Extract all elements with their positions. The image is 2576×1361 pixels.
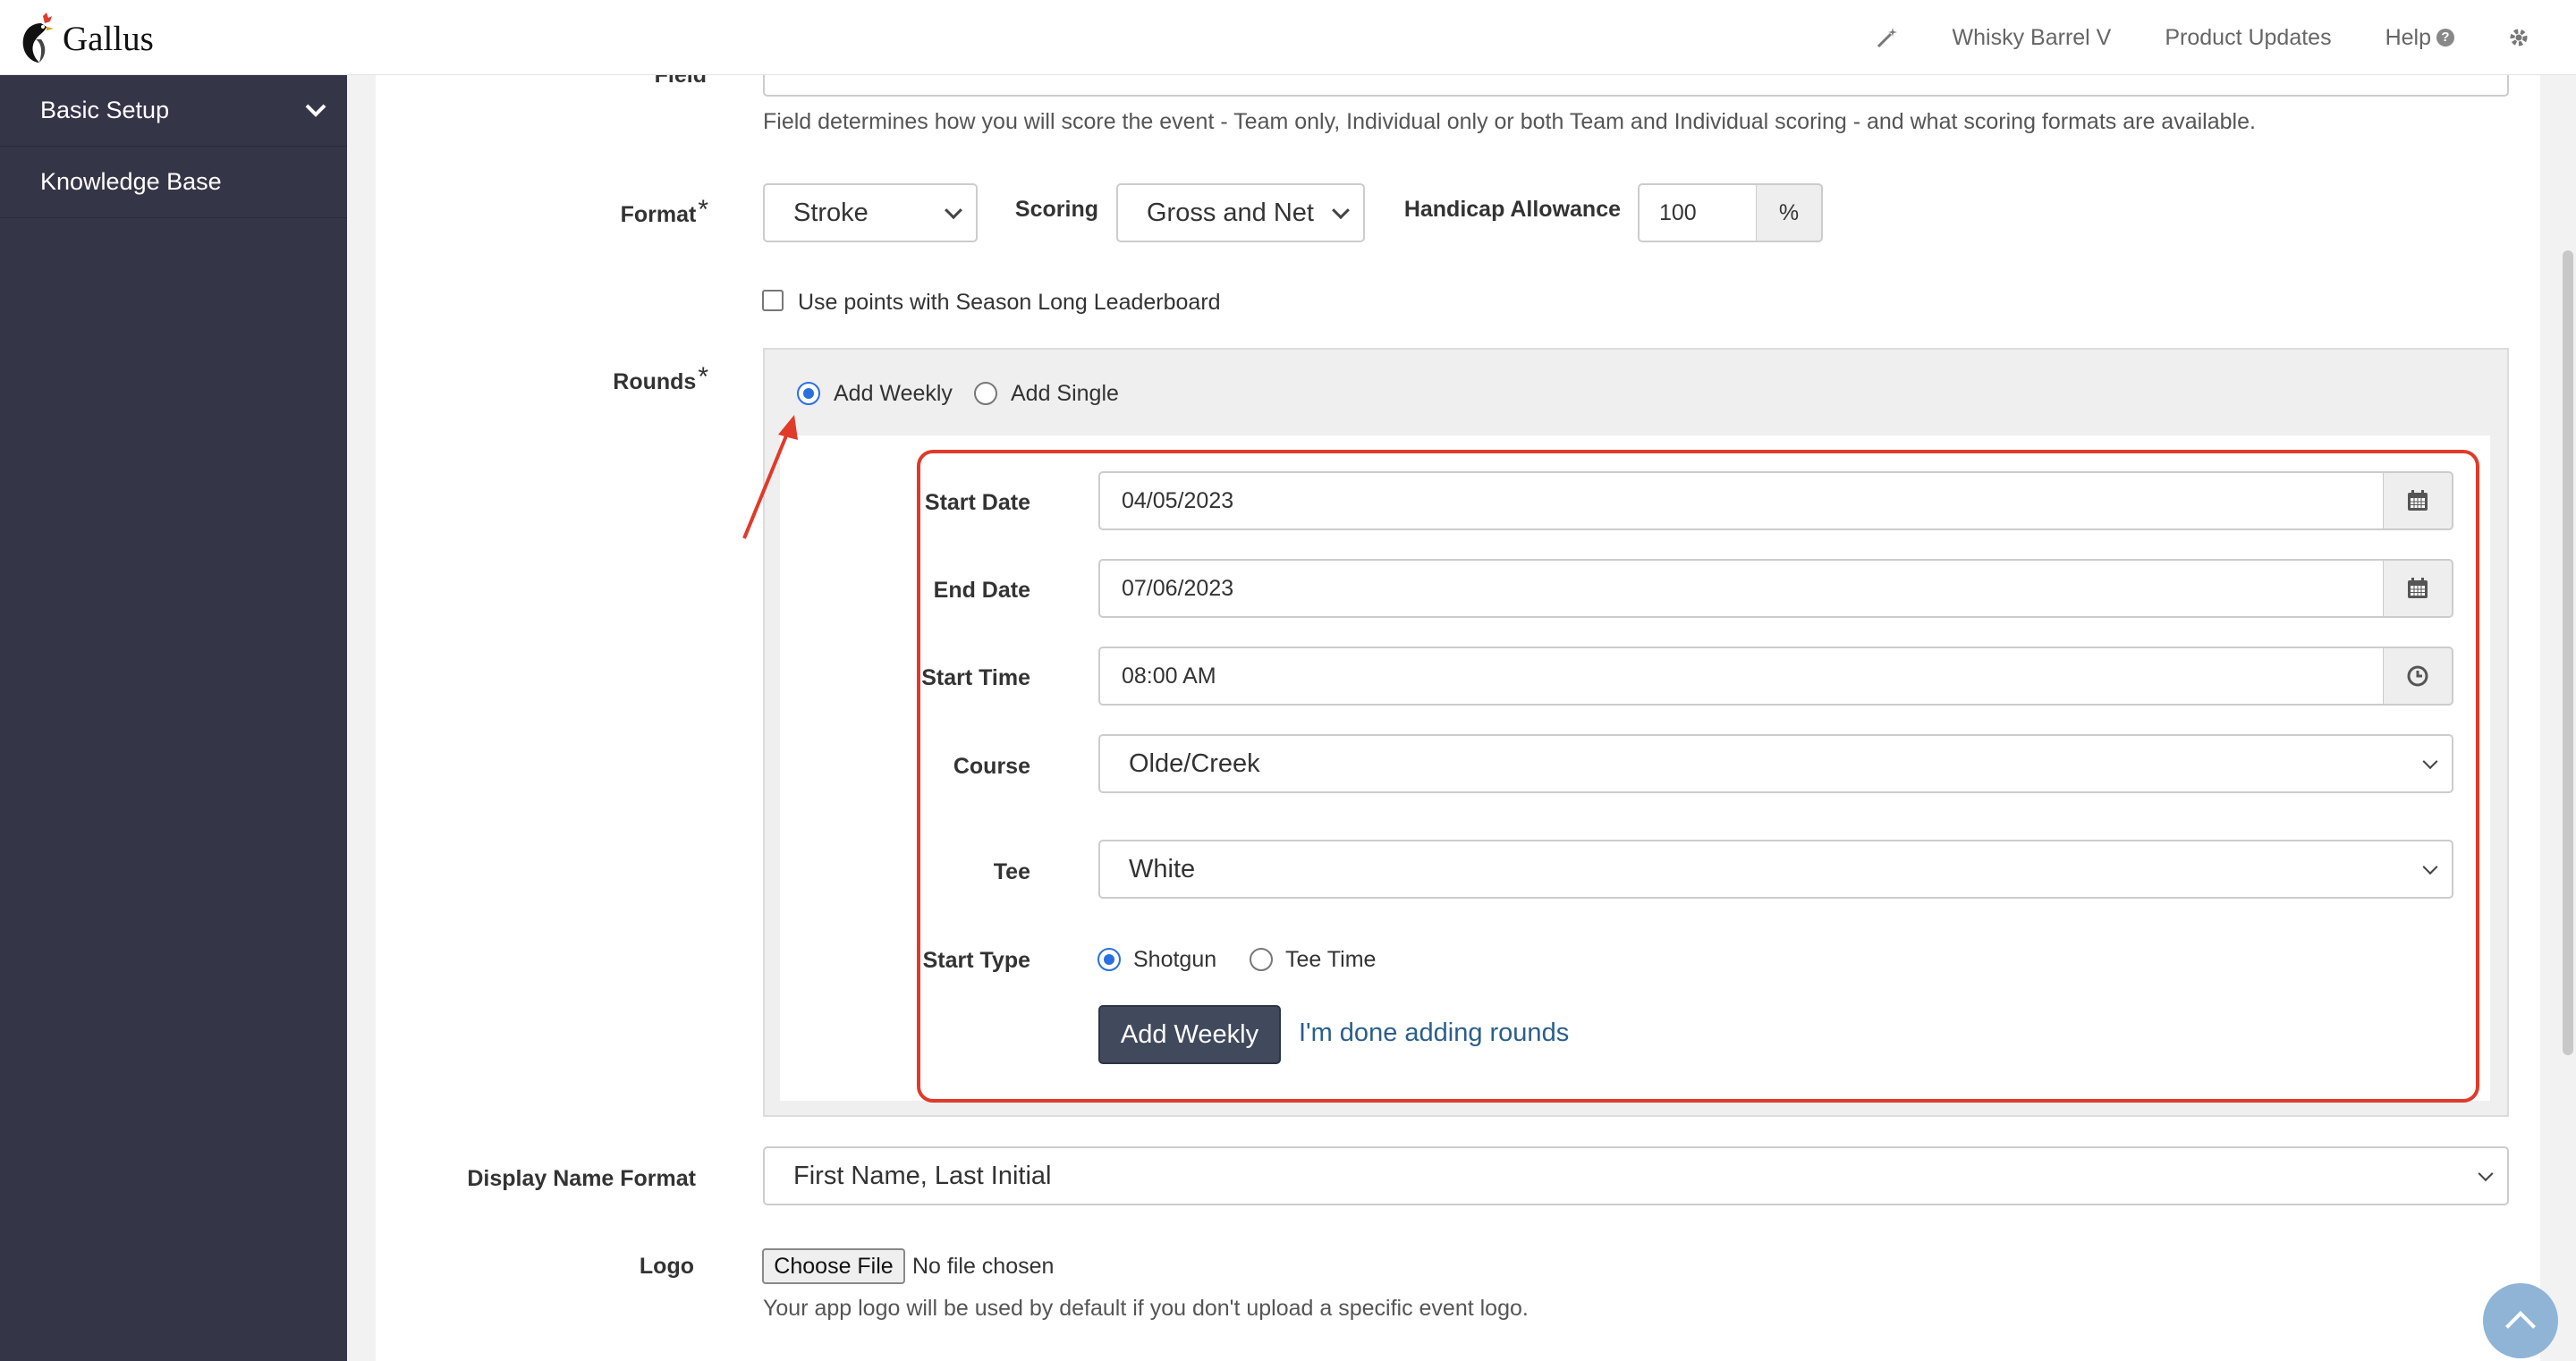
done-adding-rounds-link[interactable]: I'm done adding rounds (1299, 1019, 1569, 1048)
display-name-format-label: Display Name Format (467, 1166, 696, 1191)
top-nav-links: Whisky Barrel V Product Updates Help? (1876, 0, 2576, 75)
season-points-label: Use points with Season Long Leaderboard (798, 290, 1221, 315)
start-time-label: Start Time (921, 665, 1030, 690)
start-type-label: Start Type (922, 948, 1030, 973)
tee-time-radio[interactable] (1250, 948, 1273, 971)
top-navbar: Gallus Whisky Barrel V Product Updates H… (0, 0, 2576, 75)
sidebar-item-label: Knowledge Base (40, 168, 222, 195)
start-date-value: 04/05/2023 (1122, 487, 1234, 513)
magic-wand-icon[interactable] (1876, 26, 1899, 49)
help-link[interactable]: Help? (2385, 25, 2454, 51)
file-status-text: No file chosen (912, 1254, 1055, 1279)
gear-icon[interactable] (2508, 27, 2529, 48)
tee-label: Tee (993, 859, 1030, 884)
handicap-allowance-value: 100 (1659, 199, 1697, 225)
start-time-value: 08:00 AM (1122, 663, 1216, 689)
display-name-format-value: First Name, Last Initial (793, 1161, 1052, 1190)
format-select[interactable]: Stroke (763, 183, 978, 242)
start-date-label: Start Date (924, 490, 1030, 515)
sidebar: Basic Setup Knowledge Base (0, 75, 347, 1361)
add-weekly-radio[interactable] (797, 382, 820, 405)
add-weekly-button[interactable]: Add Weekly (1098, 1005, 1281, 1064)
sidebar-item-knowledge-base[interactable]: Knowledge Base (0, 147, 347, 218)
rounds-label: Rounds* (613, 362, 708, 394)
chevron-down-icon (2422, 754, 2438, 770)
scroll-to-top-button[interactable] (2483, 1283, 2558, 1358)
logo-label: Logo (639, 1254, 694, 1279)
format-select-value: Stroke (793, 198, 869, 227)
sidebar-item-label: Basic Setup (40, 97, 170, 123)
event-name-link[interactable]: Whisky Barrel V (1953, 25, 2112, 51)
start-time-input[interactable]: 08:00 AM (1098, 647, 2385, 706)
add-single-label: Add Single (1011, 381, 1119, 406)
product-updates-link[interactable]: Product Updates (2165, 25, 2331, 51)
handicap-allowance-input[interactable]: 100 (1638, 183, 1758, 242)
course-select-value: Olde/Creek (1129, 748, 1260, 778)
scoring-label: Scoring (1014, 197, 1098, 222)
season-points-checkbox[interactable] (762, 290, 784, 311)
scoring-select-value: Gross and Net (1147, 198, 1314, 227)
course-label: Course (953, 754, 1030, 779)
field-help-text: Field determines how you will score the … (763, 109, 2256, 134)
rooster-logo-icon (22, 13, 54, 63)
chevron-down-icon (305, 104, 326, 117)
help-label: Help (2385, 24, 2431, 50)
calendar-icon[interactable] (2384, 471, 2453, 530)
scoring-select[interactable]: Gross and Net (1116, 183, 1365, 242)
chevron-down-icon (1332, 201, 1350, 220)
add-single-radio[interactable] (974, 382, 997, 405)
annotation-arrow (742, 415, 798, 539)
shotgun-label: Shotgun (1133, 947, 1217, 972)
calendar-icon[interactable] (2384, 559, 2453, 618)
clock-icon[interactable] (2384, 647, 2453, 706)
tee-select[interactable]: White (1098, 840, 2453, 899)
tee-time-label: Tee Time (1285, 947, 1377, 972)
logo-help-text: Your app logo will be used by default if… (763, 1296, 1529, 1321)
choose-file-button[interactable]: Choose File (762, 1248, 905, 1284)
sidebar-item-basic-setup[interactable]: Basic Setup (0, 75, 347, 147)
display-name-format-select[interactable]: First Name, Last Initial (763, 1146, 2509, 1205)
brand-name: Gallus (63, 19, 154, 58)
page-scrollbar[interactable] (2563, 250, 2573, 1055)
question-icon: ? (2436, 29, 2454, 46)
course-select[interactable]: Olde/Creek (1098, 734, 2453, 793)
add-weekly-label: Add Weekly (834, 381, 953, 406)
end-date-value: 07/06/2023 (1122, 575, 1234, 601)
chevron-down-icon (2478, 1166, 2494, 1182)
format-label: Format* (620, 195, 708, 227)
handicap-allowance-label: Handicap Allowance (1403, 197, 1621, 222)
percent-addon: % (1757, 183, 1823, 242)
end-date-label: End Date (933, 578, 1030, 603)
end-date-input[interactable]: 07/06/2023 (1098, 559, 2385, 618)
tee-select-value: White (1129, 854, 1196, 883)
brand[interactable]: Gallus (16, 13, 154, 64)
chevron-down-icon (2422, 859, 2438, 875)
start-date-input[interactable]: 04/05/2023 (1098, 471, 2385, 530)
shotgun-radio[interactable] (1097, 948, 1121, 971)
chevron-down-icon (945, 201, 962, 220)
